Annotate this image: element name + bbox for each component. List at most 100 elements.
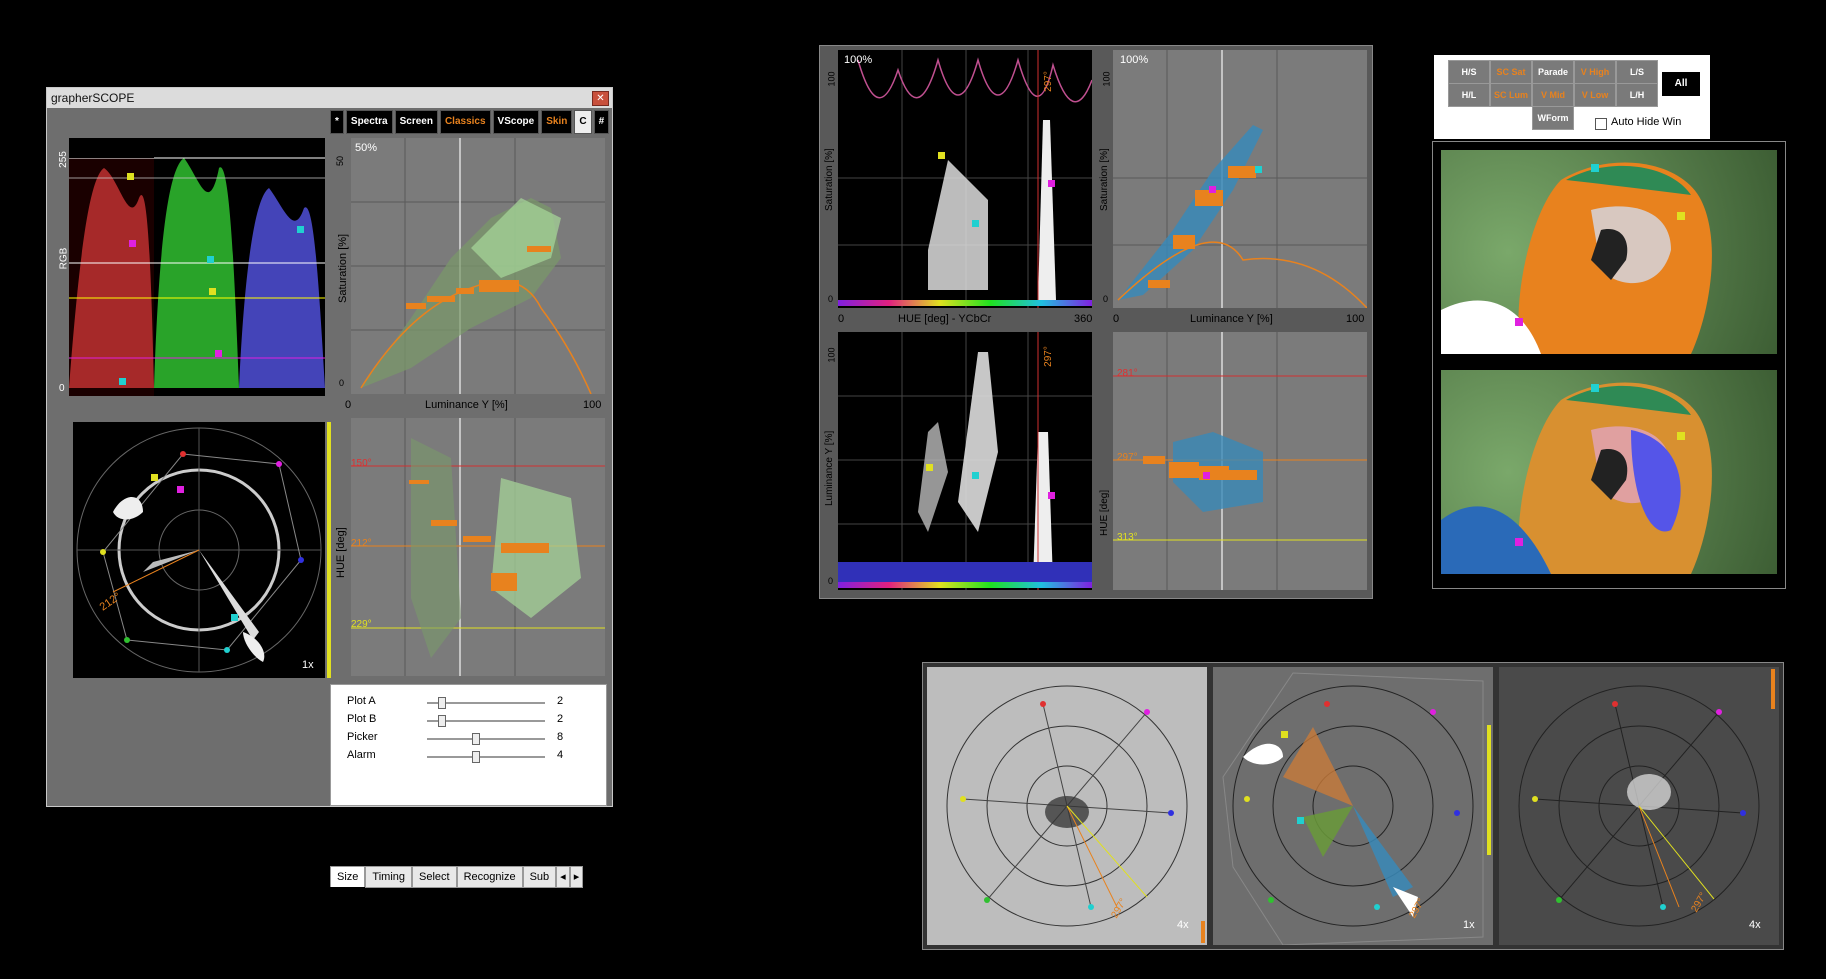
setting-value: 8 xyxy=(557,731,564,743)
slider-thumb[interactable] xyxy=(471,751,480,763)
setting-value: 2 xyxy=(557,713,564,725)
bottom-scope-3-graphic xyxy=(1518,685,1760,927)
bottom-scope-3-level-bar xyxy=(1771,669,1775,709)
lum-hue-y-label: HUE [deg] xyxy=(1099,489,1110,536)
tab-4[interactable]: VScope xyxy=(492,110,540,134)
bottom-scope-2-graphic xyxy=(1222,672,1484,946)
hue-sat-y-tick-top: 100 xyxy=(826,71,837,87)
hue-lum-black-y-label: Luminance Y [%] xyxy=(824,430,835,506)
window-title: grapherSCOPE xyxy=(51,91,135,105)
bottom-scope-1-level-bar xyxy=(1201,921,1205,943)
settings-panel: Plot A 2 Plot B 2 Picker 8 Alarm 4 xyxy=(330,684,607,806)
parrot-top-graphic xyxy=(1441,162,1712,354)
image-preview-panel xyxy=(1432,141,1786,589)
hue-sat-plot[interactable] xyxy=(838,50,1092,308)
bottom-scope-3-zoom: 4x xyxy=(1749,919,1761,931)
tab-6[interactable]: C xyxy=(574,110,592,134)
sat-lum-x-tick-right: 100 xyxy=(583,399,602,411)
sat-lum-plot[interactable] xyxy=(351,138,605,394)
mode-button-sc-sat[interactable]: SC Sat xyxy=(1490,60,1532,84)
setting-slider[interactable] xyxy=(427,715,545,727)
lum-hue-line-1: 281° xyxy=(1117,368,1138,379)
setting-slider[interactable] xyxy=(427,751,545,763)
mode-button-h-s[interactable]: H/S xyxy=(1448,60,1490,84)
close-icon[interactable]: ✕ xyxy=(592,91,609,106)
mode-button-sc-lum[interactable]: SC Lum xyxy=(1490,83,1532,107)
sat-lum-y-tick-bottom: 0 xyxy=(339,378,345,388)
bottom-tabs: Size Timing Select Recognize Sub ◂ ▸ xyxy=(330,866,584,888)
bottom-tab-timing[interactable]: Timing xyxy=(365,866,413,888)
hue-sat-graphic xyxy=(838,50,1092,308)
preview-image-bottom[interactable] xyxy=(1441,370,1777,574)
setting-slider[interactable] xyxy=(427,733,545,745)
lum-sat-y-tick-top: 100 xyxy=(1101,71,1112,87)
lum-sat-y-label: Saturation [%] xyxy=(1099,148,1110,211)
auto-hide-label: Auto Hide Win xyxy=(1611,116,1682,128)
hue-lum-graphic xyxy=(351,418,605,676)
slider-thumb[interactable] xyxy=(438,697,447,709)
setting-label: Plot B xyxy=(347,713,377,725)
hue-lum-black-graphic xyxy=(838,332,1092,590)
bottom-scope-2[interactable]: 1x 297° xyxy=(1213,667,1493,946)
tab-1[interactable]: Spectra xyxy=(345,110,393,134)
setting-slider[interactable] xyxy=(427,697,545,709)
lum-sat-y-tick-bottom: 0 xyxy=(1103,294,1109,304)
scroll-left-icon[interactable]: ◂ xyxy=(556,866,570,888)
hue-sat-x-tick-left: 0 xyxy=(838,313,845,325)
lum-sat-plot[interactable] xyxy=(1113,50,1367,308)
vectorscope-level-bar xyxy=(327,422,331,678)
bottom-scopes-panel: 4x 297° 1x 297° 4x 297° xyxy=(922,662,1784,950)
vectorscope-plot[interactable] xyxy=(73,422,325,678)
rgb-parade-plot[interactable] xyxy=(69,138,325,396)
all-button[interactable]: All xyxy=(1662,72,1700,96)
sat-lum-y-label: Saturation [%] xyxy=(337,233,349,303)
slider-thumb[interactable] xyxy=(471,733,480,745)
mode-button-l-h[interactable]: L/H xyxy=(1616,83,1658,107)
bottom-scope-2-zoom: 1x xyxy=(1463,919,1475,931)
scope-tabs: * Spectra Screen Classics VScope Skin C # xyxy=(330,110,610,134)
bottom-scope-1-zoom: 4x xyxy=(1177,919,1189,931)
lum-hue-line-2: 297° xyxy=(1117,452,1138,463)
bottom-tab-select[interactable]: Select xyxy=(412,866,457,888)
setting-label: Plot A xyxy=(347,695,376,707)
setting-label: Picker xyxy=(347,731,378,743)
grapherscope-window: grapherSCOPE ✕ * Spectra Screen Classics VSc… xyxy=(46,87,613,888)
slider-thumb[interactable] xyxy=(438,715,447,727)
parrot-bottom-graphic xyxy=(1441,382,1712,574)
mode-toolbar: All Auto Hide Win H/S SC Sat Parade V High L… xyxy=(1434,55,1710,139)
hue-lum-plot[interactable] xyxy=(351,418,605,676)
tab-2[interactable]: Screen xyxy=(394,110,438,134)
lum-hue-plot[interactable] xyxy=(1113,332,1367,590)
tab-3[interactable]: Classics xyxy=(439,110,491,134)
hue-lum-black-y-tick-top: 100 xyxy=(826,347,837,363)
preview-image-top[interactable] xyxy=(1441,150,1777,354)
bottom-scope-3[interactable]: 4x 297° xyxy=(1499,667,1779,945)
scroll-right-icon[interactable]: ▸ xyxy=(569,866,584,888)
tab-5[interactable]: Skin xyxy=(541,110,573,134)
mode-button-h-l[interactable]: H/L xyxy=(1448,83,1490,107)
window-title-bar[interactable]: grapherSCOPE ✕ xyxy=(47,88,612,108)
sat-lum-x-label: Luminance Y [%] xyxy=(425,399,508,411)
sat-lum-graphic xyxy=(351,138,605,394)
mode-button-v-low[interactable]: V Low xyxy=(1574,83,1616,107)
mode-button-wform[interactable]: WForm xyxy=(1532,106,1574,130)
bottom-tab-recognize[interactable]: Recognize xyxy=(456,866,523,888)
lum-sat-graphic xyxy=(1113,50,1367,308)
tab-0[interactable]: * xyxy=(330,110,344,134)
hue-sat-x-label: HUE [deg] - YCbCr xyxy=(898,313,992,325)
hue-lum-black-plot[interactable] xyxy=(838,332,1092,590)
mode-button-l-s[interactable]: L/S xyxy=(1616,60,1658,84)
auto-hide-checkbox[interactable] xyxy=(1595,118,1607,130)
tab-7[interactable]: # xyxy=(593,110,610,134)
bottom-tab-size[interactable]: Size xyxy=(330,866,366,887)
bottom-tab-sub[interactable]: Sub xyxy=(522,866,557,888)
hue-lum-y-label: HUE [deg] xyxy=(335,527,347,578)
bottom-scope-2-level-bar xyxy=(1487,725,1491,855)
bottom-scope-1[interactable]: 4x 297° xyxy=(927,667,1207,945)
mode-button-parade[interactable]: Parade xyxy=(1532,60,1574,84)
hue-sat-x-tick-right: 360 xyxy=(1074,313,1093,325)
mode-button-v-mid[interactable]: V Mid xyxy=(1532,83,1574,107)
lum-sat-x-tick-left: 0 xyxy=(1113,313,1120,325)
middle-scope-panel: 100% 297° Saturation [%] 100 0 0 HUE [de… xyxy=(819,45,1373,599)
mode-button-v-high[interactable]: V High xyxy=(1574,60,1616,84)
